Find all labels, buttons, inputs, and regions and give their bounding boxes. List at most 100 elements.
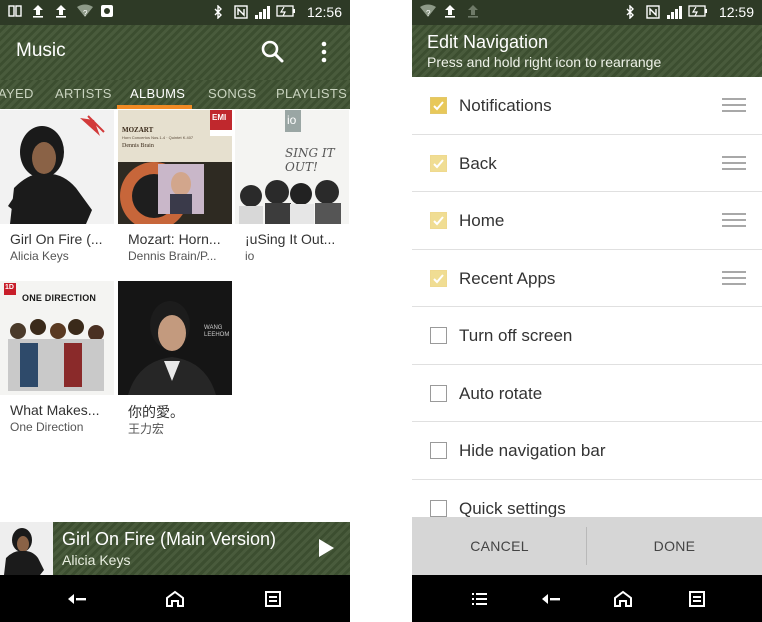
signal-icon <box>254 5 270 20</box>
tab-playlists[interactable]: PLAYLISTS <box>276 86 347 101</box>
play-icon <box>319 539 334 557</box>
tab-songs[interactable]: SONGS <box>208 86 256 101</box>
app-icon <box>100 4 114 19</box>
checkbox[interactable] <box>430 499 447 517</box>
nav-option-label: Back <box>459 153 497 173</box>
upload-icon <box>443 4 457 19</box>
album-artist: One Direction <box>10 420 84 434</box>
signal-icon <box>666 5 682 20</box>
done-button[interactable]: DONE <box>587 517 762 575</box>
app-bar: Edit Navigation Press and hold right ico… <box>412 25 762 77</box>
navigation-options-list: Notifications Back Home Recent Apps Turn off… <box>412 77 762 517</box>
nav-option-label: Auto rotate <box>459 383 543 403</box>
nav-option-row[interactable]: Hide navigation bar <box>412 422 762 480</box>
drag-handle-icon[interactable] <box>722 270 746 287</box>
tab-artists[interactable]: ARTISTS <box>55 86 112 101</box>
menu-icon <box>472 593 487 605</box>
book-icon <box>8 4 22 19</box>
back-button[interactable] <box>66 589 88 609</box>
cancel-button[interactable]: CANCEL <box>412 517 587 575</box>
album-artist: Dennis Brain/P... <box>128 249 217 263</box>
cover-label: MOZART <box>122 126 154 134</box>
active-tab-indicator <box>117 105 192 109</box>
nav-option-row[interactable]: Notifications <box>412 77 762 135</box>
io-logo: io <box>287 113 297 127</box>
wifi-icon: ? <box>77 4 93 19</box>
navigation-bar <box>0 575 350 622</box>
bluetooth-icon <box>213 4 227 20</box>
upload-icon <box>31 4 45 19</box>
album-tile[interactable]: Girl On Fire (... Alicia Keys <box>0 110 114 275</box>
nav-option-label: Recent Apps <box>459 268 556 288</box>
album-cover: WANG LEEHOM <box>118 281 232 395</box>
search-button[interactable] <box>260 39 286 65</box>
album-tile[interactable]: MOZART Horn Concertos Nos.1-4 · Quintet … <box>118 110 232 275</box>
one-direction-badge: 1D <box>5 284 14 291</box>
search-icon <box>261 40 284 63</box>
cover-label: SING IT OUT! <box>285 146 335 174</box>
drag-handle-icon[interactable] <box>722 98 746 114</box>
recent-apps-button[interactable] <box>686 589 708 609</box>
nav-option-row[interactable]: Recent Apps <box>412 250 762 307</box>
now-playing-bar[interactable]: Girl On Fire (Main Version) Alicia Keys <box>0 522 350 575</box>
album-cover: io SING IT OUT! <box>235 110 349 224</box>
app-bar: Music <box>0 25 350 80</box>
checkbox[interactable] <box>430 384 447 402</box>
overflow-menu-button[interactable] <box>316 39 332 65</box>
cover-label: WANG LEEHOM <box>204 325 230 338</box>
back-button[interactable] <box>540 589 562 609</box>
edit-navigation-screen: ? 12:59 Edit Navigation Press and hold r… <box>412 0 762 622</box>
album-title: 你的愛。 <box>128 404 184 420</box>
nav-option-label: Quick settings <box>459 498 566 518</box>
nav-option-label: Hide navigation bar <box>459 441 606 460</box>
album-title: ¡uSing It Out... <box>245 231 336 247</box>
album-artist: 王力宏 <box>128 422 165 436</box>
cover-label: Horn Concertos Nos.1-4 · Quintet K.407 <box>122 135 194 140</box>
drag-handle-icon[interactable] <box>722 155 746 172</box>
album-tile[interactable]: io SING IT OUT! ¡uSing It Out... io <box>235 110 349 275</box>
checkbox[interactable] <box>430 212 447 229</box>
cover-label: ONE DIRECTION <box>22 293 97 303</box>
checkbox[interactable] <box>430 97 447 114</box>
play-button[interactable] <box>316 538 336 558</box>
tab-albums[interactable]: ALBUMS <box>130 86 185 101</box>
svg-text:?: ? <box>426 9 431 18</box>
drag-handle-icon[interactable] <box>722 213 746 229</box>
home-icon <box>614 590 632 607</box>
album-title: Girl On Fire (... <box>10 231 103 247</box>
home-button[interactable] <box>164 589 186 609</box>
nav-option-label: Home <box>459 211 505 230</box>
nav-option-row[interactable]: Turn off screen <box>412 307 762 365</box>
checkbox[interactable] <box>430 269 447 287</box>
checkbox[interactable] <box>430 154 447 172</box>
nav-option-row[interactable]: Home <box>412 192 762 250</box>
album-tile[interactable]: WANG LEEHOM 你的愛。 王力宏 <box>118 281 232 441</box>
wifi-icon: ? <box>420 4 436 19</box>
checkbox[interactable] <box>430 327 447 344</box>
tab-recently-played[interactable]: AYED <box>0 86 34 101</box>
app-title: Music <box>16 40 66 61</box>
recent-apps-icon <box>689 591 705 607</box>
album-tile[interactable]: 1D ONE DIRECTION What Makes... One Direc… <box>0 281 114 441</box>
checkmark-icon <box>433 273 444 283</box>
back-icon <box>542 594 560 604</box>
nav-option-row[interactable]: Auto rotate <box>412 365 762 422</box>
nav-option-row[interactable]: Quick settings <box>412 480 762 518</box>
battery-icon <box>276 4 296 20</box>
checkbox[interactable] <box>430 442 447 459</box>
status-time: 12:59 <box>718 4 754 20</box>
album-title: What Makes... <box>10 402 100 418</box>
status-bar: ? 12:59 <box>412 0 762 25</box>
nav-option-row[interactable]: Back <box>412 135 762 192</box>
navigation-bar <box>412 575 762 622</box>
battery-icon <box>688 4 708 20</box>
status-bar: ? 12:56 <box>0 0 350 25</box>
now-playing-artist: Alicia Keys <box>62 552 131 568</box>
home-icon <box>166 590 184 607</box>
album-title: Mozart: Horn... <box>128 231 221 247</box>
menu-button[interactable] <box>468 589 490 609</box>
album-artist: Alicia Keys <box>10 249 69 263</box>
home-button[interactable] <box>612 589 634 609</box>
now-playing-title: Girl On Fire (Main Version) <box>62 529 277 549</box>
recent-apps-button[interactable] <box>262 589 284 609</box>
